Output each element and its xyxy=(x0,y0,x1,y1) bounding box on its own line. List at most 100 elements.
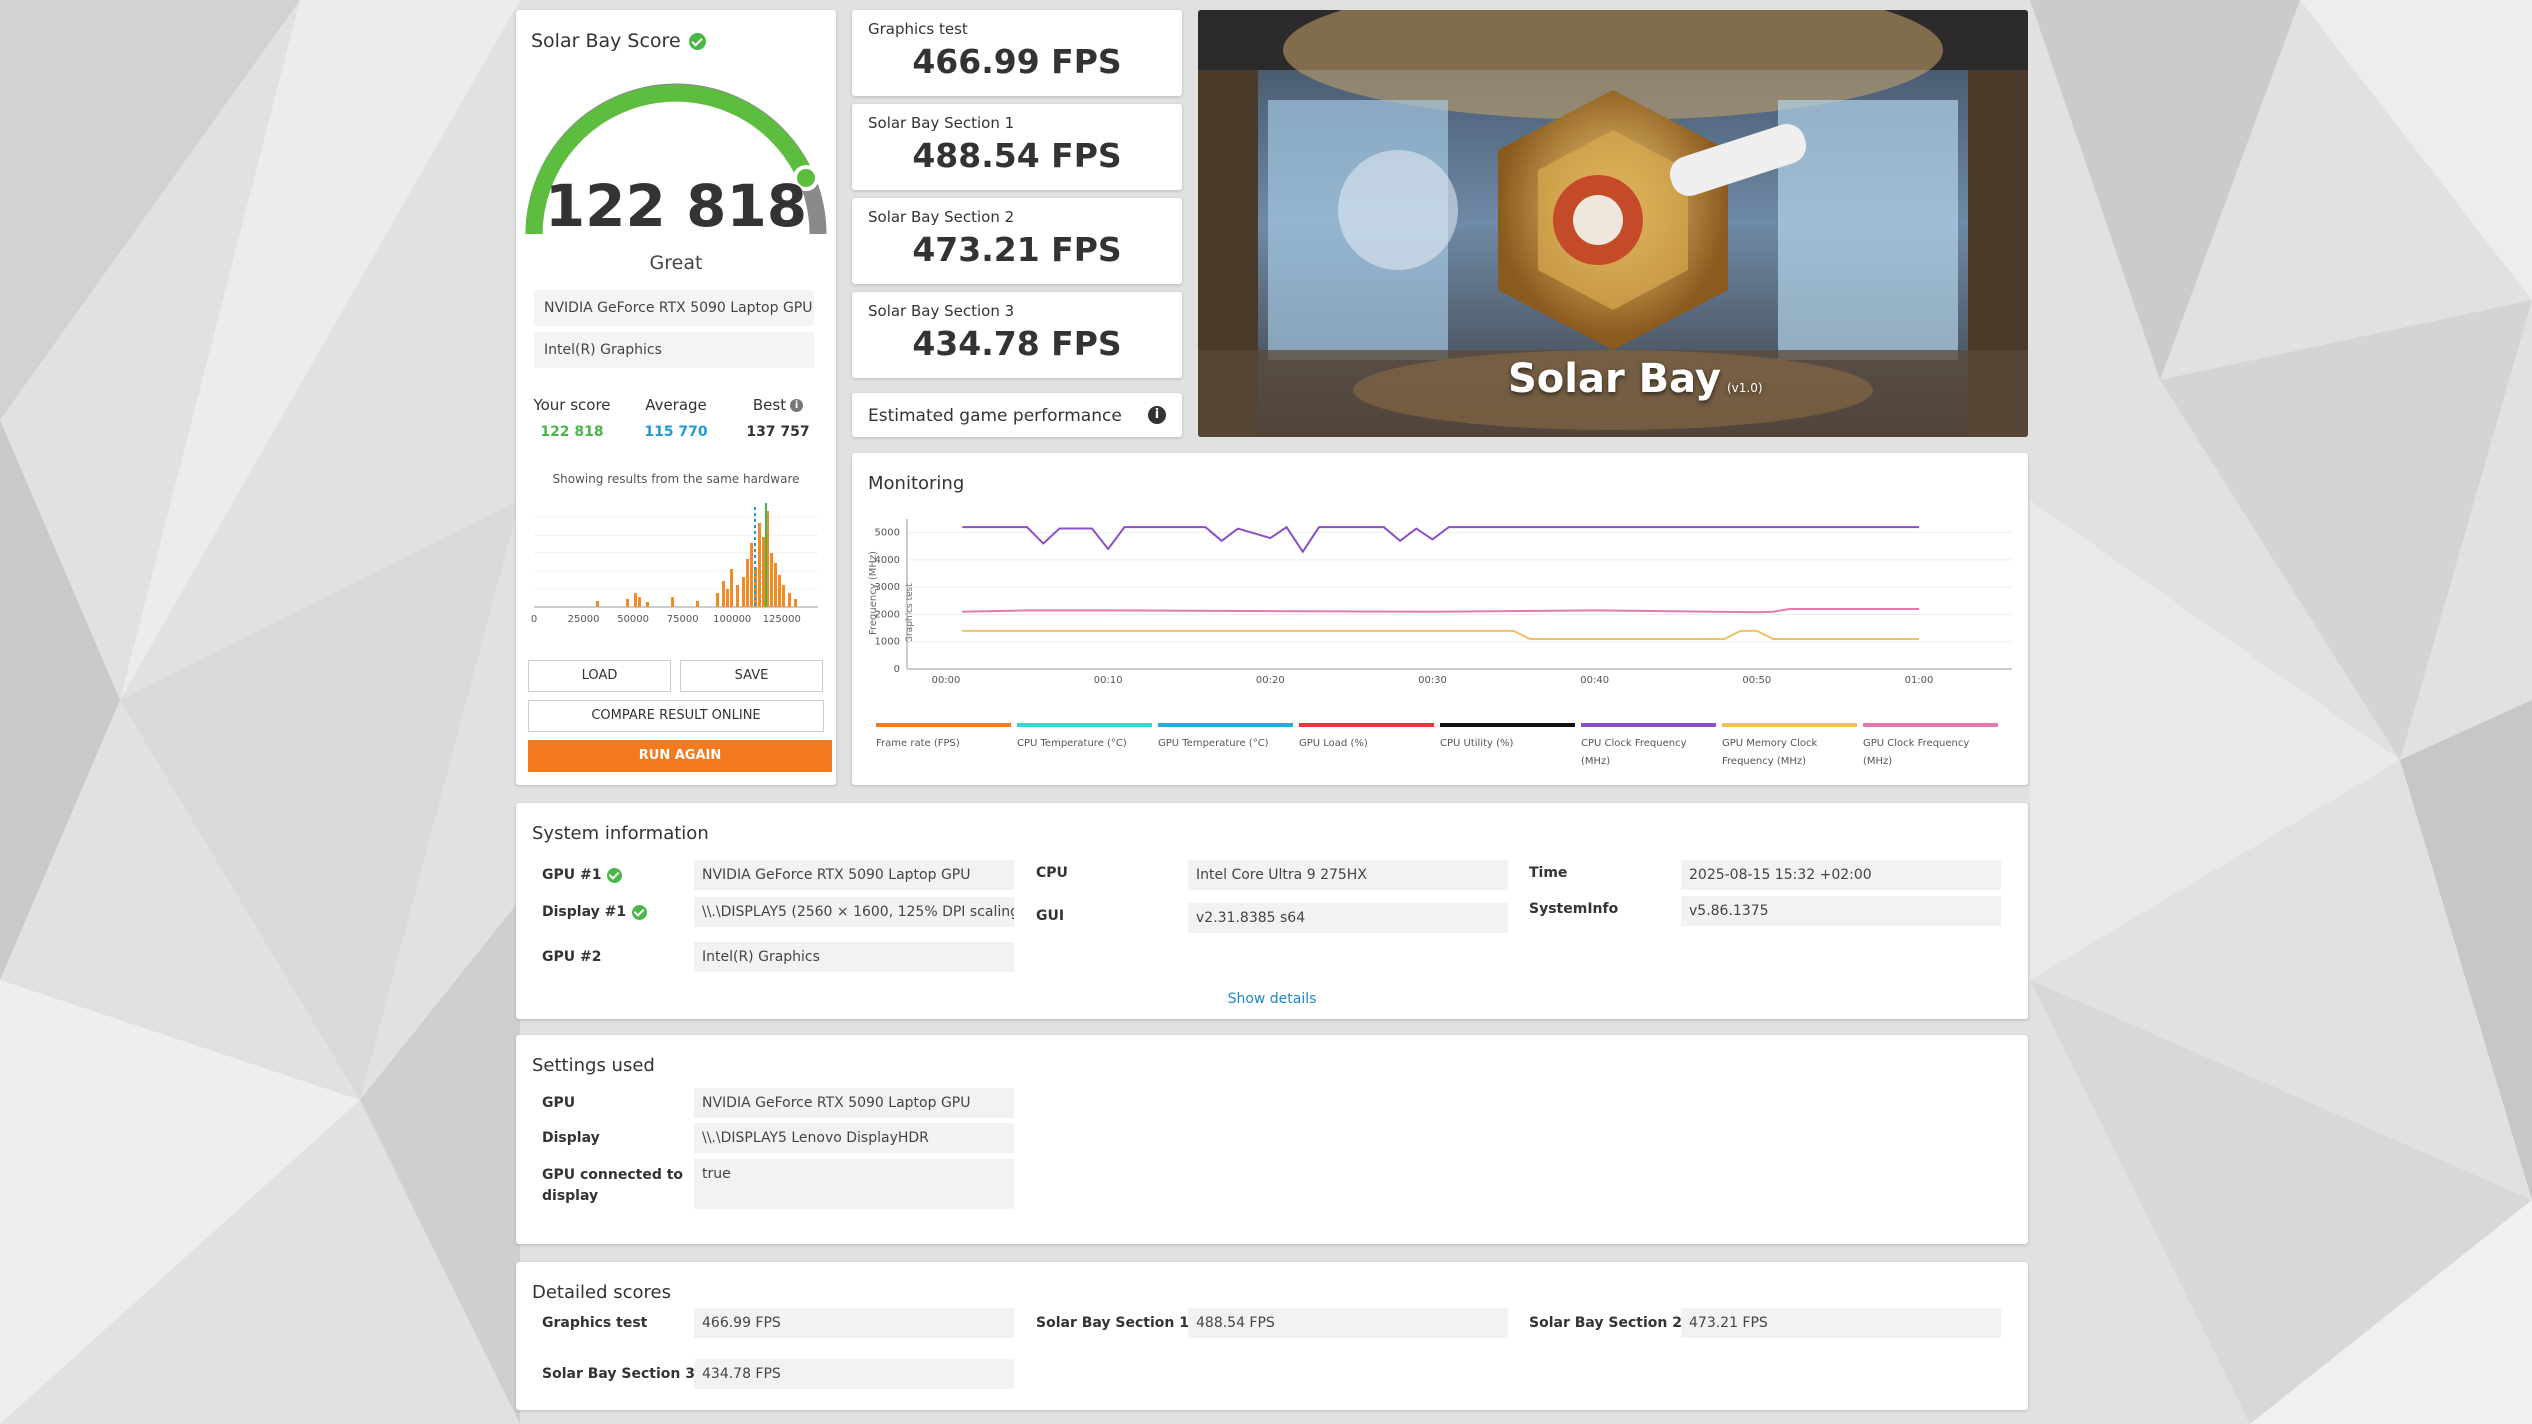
monitoring-x-tick: 00:00 xyxy=(932,675,961,683)
series-line-cpu-clock-frequency-mhz xyxy=(962,525,1919,554)
fps-value: 473.21 FPS xyxy=(912,230,1122,269)
legend-item[interactable]: GPU Clock Frequency (MHz) xyxy=(1863,723,2004,771)
fps-value: 434.78 FPS xyxy=(912,324,1122,363)
histogram-bar xyxy=(736,585,739,607)
display-1-label: Display #1 xyxy=(542,904,648,920)
legend-color-bar xyxy=(1581,723,1716,727)
score-card: Solar Bay Score 122 818 Great NVIDIA GeF… xyxy=(516,10,836,785)
histogram-bar xyxy=(726,589,729,607)
legend-color-bar xyxy=(876,723,1011,727)
display-1-label-text: Display #1 xyxy=(542,904,627,920)
gpu-1-label-text: GPU #1 xyxy=(542,867,602,883)
score-title: Solar Bay Score xyxy=(531,30,706,52)
legend-label: GPU Load (%) xyxy=(1299,738,1368,749)
score-rating: Great xyxy=(649,252,703,274)
legend-color-bar xyxy=(1299,723,1434,727)
check-icon xyxy=(688,32,706,50)
histogram-bar xyxy=(778,575,781,607)
detail-section-3-label: Solar Bay Section 3 xyxy=(542,1366,695,1382)
time-value: 2025-08-15 15:32 +02:00 xyxy=(1681,860,2001,890)
fps-label: Graphics test xyxy=(868,20,968,38)
gpu-1-label: GPU #1 xyxy=(542,867,623,883)
time-label: Time xyxy=(1529,865,1568,881)
legend-label: CPU Utility (%) xyxy=(1440,738,1514,749)
fps-card-section-2: Solar Bay Section 2 473.21 FPS xyxy=(852,198,1182,284)
monitoring-y-tick: 3000 xyxy=(875,582,900,593)
systeminfo-value: v5.86.1375 xyxy=(1681,896,2001,926)
legend-label: CPU Temperature (°C) xyxy=(1017,738,1127,749)
settings-display-value: \\.\DISPLAY5 Lenovo DisplayHDR xyxy=(694,1123,1014,1153)
stat-your-score: Your score 122 818 xyxy=(522,396,622,440)
load-button[interactable]: LOAD xyxy=(528,660,671,692)
monitoring-y-tick: 2000 xyxy=(875,609,900,620)
score-histogram: 0 25000 50000 75000 100000 125000 xyxy=(531,503,818,625)
gpu-connected-label-line1: GPU connected to xyxy=(542,1167,684,1183)
gpu-connected-value: true xyxy=(694,1159,1014,1209)
monitoring-y-tick: 4000 xyxy=(875,555,900,566)
legend-label: Frame rate (FPS) xyxy=(876,738,960,749)
histogram-tick-label: 25000 xyxy=(568,614,600,625)
legend-label: GPU Temperature (°C) xyxy=(1158,738,1269,749)
series-line-gpu-clock-frequency-mhz xyxy=(962,608,1919,614)
score-value: 122 818 xyxy=(544,172,808,240)
histogram-bar xyxy=(716,593,719,607)
legend-item[interactable]: GPU Memory Clock Frequency (MHz) xyxy=(1722,723,1863,771)
gpu-2-label: GPU #2 xyxy=(542,949,602,965)
show-details-link[interactable]: Show details xyxy=(516,991,2028,1007)
histogram-bar xyxy=(634,593,637,607)
legend-item[interactable]: GPU Load (%) xyxy=(1299,723,1440,771)
histogram-tick-label: 0 xyxy=(531,614,537,625)
detail-section-3-value: 434.78 FPS xyxy=(694,1359,1014,1389)
monitoring-chart: Frequency (MHz) Graphics test 0100020003… xyxy=(868,519,2012,683)
hero-title-text: Solar Bay xyxy=(1508,356,1721,402)
legend-color-bar xyxy=(1158,723,1293,727)
histogram-bar xyxy=(788,593,791,607)
compare-result-online-button[interactable]: COMPARE RESULT ONLINE xyxy=(528,700,824,732)
estimated-game-performance-label: Estimated game performance xyxy=(868,406,1122,426)
monitoring-x-tick: 00:30 xyxy=(1418,675,1447,683)
display-1-value: \\.\DISPLAY5 (2560 × 1600, 125% DPI scal… xyxy=(694,897,1014,927)
legend-item[interactable]: CPU Clock Frequency (MHz) xyxy=(1581,723,1722,771)
monitoring-x-tick: 00:20 xyxy=(1256,675,1285,683)
fps-card-section-3: Solar Bay Section 3 434.78 FPS xyxy=(852,292,1182,378)
gpu-connected-label: GPU connected to display xyxy=(542,1165,683,1207)
legend-label: CPU Clock Frequency (MHz) xyxy=(1581,738,1687,767)
hardware-gpu-1: NVIDIA GeForce RTX 5090 Laptop GPU xyxy=(534,290,814,326)
stat-best: Best i 137 757 xyxy=(728,396,828,440)
monitoring-x-tick: 01:00 xyxy=(1905,675,1934,683)
info-icon[interactable]: i xyxy=(790,398,804,412)
info-icon[interactable]: i xyxy=(1148,406,1166,424)
settings-display-label: Display xyxy=(542,1130,600,1146)
legend-item[interactable]: GPU Temperature (°C) xyxy=(1158,723,1299,771)
estimated-game-performance[interactable]: Estimated game performance i xyxy=(852,393,1182,437)
histogram-bar xyxy=(596,601,599,607)
histogram-bar xyxy=(671,597,674,607)
fps-value: 488.54 FPS xyxy=(912,136,1122,175)
legend-color-bar xyxy=(1440,723,1575,727)
run-again-button[interactable]: RUN AGAIN xyxy=(528,740,832,772)
monitoring-legend: Frame rate (FPS) CPU Temperature (°C) GPU … xyxy=(876,723,2006,771)
legend-item[interactable]: Frame rate (FPS) xyxy=(876,723,1017,771)
hero-title: Solar Bay (v1.0) xyxy=(1508,356,1763,402)
legend-label: GPU Clock Frequency (MHz) xyxy=(1863,738,1970,767)
legend-color-bar xyxy=(1722,723,1857,727)
monitoring-title: Monitoring xyxy=(868,473,965,494)
stat-your-value: 122 818 xyxy=(540,424,604,440)
benchmark-hero-image: Solar Bay (v1.0) xyxy=(1198,10,2028,437)
detail-section-2-value: 473.21 FPS xyxy=(1681,1308,2001,1338)
legend-item[interactable]: CPU Utility (%) xyxy=(1440,723,1581,771)
histogram-bar xyxy=(746,559,749,607)
legend-item[interactable]: CPU Temperature (°C) xyxy=(1017,723,1158,771)
save-button[interactable]: SAVE xyxy=(680,660,823,692)
settings-used-card: Settings used GPU NVIDIA GeForce RTX 509… xyxy=(516,1035,2028,1244)
hero-version: (v1.0) xyxy=(1726,381,1763,395)
gui-label: GUI xyxy=(1036,908,1065,924)
fps-label: Solar Bay Section 2 xyxy=(868,208,1015,226)
histogram-bar xyxy=(730,569,733,607)
detailed-scores-card: Detailed scores Graphics test 466.99 FPS… xyxy=(516,1262,2028,1410)
histogram-bar xyxy=(774,563,777,607)
monitoring-y-tick: 0 xyxy=(894,664,900,675)
cpu-label: CPU xyxy=(1036,865,1068,881)
detail-graphics-test-label: Graphics test xyxy=(542,1315,648,1331)
monitoring-x-tick: 00:50 xyxy=(1742,675,1771,683)
